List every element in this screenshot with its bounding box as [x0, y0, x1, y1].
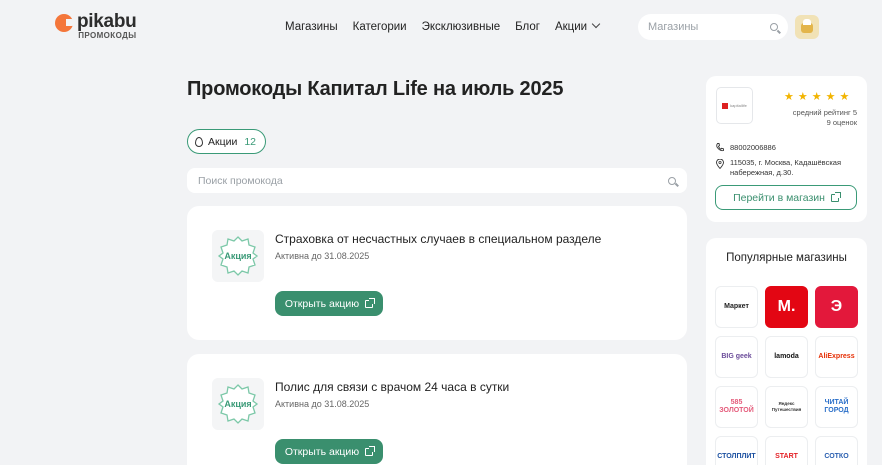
external-link-icon: [365, 445, 376, 456]
store-logo-mark: [722, 102, 729, 109]
filter-chip-count: 12: [244, 135, 257, 148]
offer-card: Акция Страховка от несчастных случаев в …: [187, 206, 687, 340]
external-link-icon: [830, 191, 841, 202]
location-pin-icon: [716, 159, 724, 169]
store-logo: kapitallife: [716, 87, 753, 124]
user-avatar[interactable]: [795, 15, 819, 39]
store-tile-label: Э: [830, 298, 843, 315]
go-to-store-label: Перейти в магазин: [733, 191, 825, 204]
store-tile[interactable]: BIG geek: [715, 336, 758, 378]
store-info-card: kapitallife ★ ★ ★ ★ ★ средний рейтинг 5 …: [706, 76, 867, 222]
store-tile[interactable]: СОТКО: [815, 436, 858, 465]
store-tile[interactable]: ЧИТАЙ ГОРОД: [815, 386, 858, 428]
flame-icon: [195, 136, 203, 147]
main-nav: Магазины Категории Эксклюзивные Блог Акц…: [285, 19, 614, 33]
promo-badge-label: Акция: [224, 251, 252, 261]
store-phone: 88002006886: [716, 143, 776, 152]
store-address-text: 115035, г. Москва, Кадашёвская набережна…: [730, 158, 842, 177]
search-icon[interactable]: [668, 176, 676, 185]
store-tile[interactable]: 585 ЗОЛОТОЙ: [715, 386, 758, 428]
nav-item-promos-label: Акции: [554, 21, 588, 33]
filter-chip-promos[interactable]: Акции 12: [187, 129, 267, 154]
store-tile-label: BIG geek: [721, 353, 752, 360]
offer-date: Активна до 31.08.2025: [275, 251, 370, 261]
store-tile-label: 585 ЗОЛОТОЙ: [719, 399, 754, 414]
store-tile[interactable]: Маркет: [715, 286, 758, 328]
store-tile[interactable]: М.: [765, 286, 808, 328]
open-offer-label: Открыть акцию: [284, 297, 360, 310]
open-offer-button[interactable]: Открыть акцию: [275, 291, 383, 316]
nav-item-categories[interactable]: Категории: [353, 21, 407, 33]
store-tile-label: Маркет: [724, 303, 749, 310]
offer-title[interactable]: Полис для связи с врачом 24 часа в сутки: [275, 380, 509, 394]
store-phone-number[interactable]: 88002006886: [730, 143, 776, 152]
external-link-icon: [365, 297, 376, 308]
pikabu-logo[interactable]: pikabu ПРОМОКОДЫ: [55, 11, 137, 41]
shop-search-placeholder: Магазины: [648, 21, 699, 33]
rating-label: средний рейтинг 5: [792, 108, 857, 117]
store-tile-label: lamoda: [774, 353, 799, 360]
popular-stores-card: Популярные магазины Маркет М. Э BIG geek lam…: [706, 238, 867, 465]
nav-item-blog[interactable]: Блог: [515, 21, 540, 33]
offer-date: Активна до 31.08.2025: [275, 399, 370, 409]
offer-title[interactable]: Страховка от несчастных случаев в специа…: [275, 232, 601, 246]
promo-search-input[interactable]: Поиск промокода: [187, 168, 687, 193]
nav-item-exclusive[interactable]: Эксклюзивные: [422, 21, 501, 33]
promo-badge: Акция: [212, 378, 264, 430]
page-title: Промокоды Капитал Life на июль 2025: [187, 78, 564, 100]
store-tile-label: Яндекс Путешествия: [771, 401, 802, 412]
store-logo-text: kapitallife: [730, 103, 747, 108]
store-tile-label: AliExpress: [818, 353, 855, 360]
store-tile-label: START: [775, 453, 798, 460]
promo-badge-label: Акция: [224, 399, 252, 409]
rating-count: 9 оценок: [826, 118, 857, 127]
open-offer-label: Открыть акцию: [284, 445, 360, 458]
logo-word: pikabu: [77, 11, 137, 32]
shop-search-input[interactable]: Магазины: [638, 14, 788, 40]
store-address: 115035, г. Москва, Кадашёвская набережна…: [716, 158, 861, 178]
search-icon[interactable]: [770, 23, 778, 31]
store-tile-label: СОТКО: [824, 453, 849, 460]
store-tile[interactable]: lamoda: [765, 336, 808, 378]
popular-stores-title: Популярные магазины: [726, 252, 847, 264]
star-icon: ★: [784, 91, 794, 103]
filter-chip-label: Акции: [208, 135, 238, 148]
logo-subtitle: ПРОМОКОДЫ: [78, 31, 137, 40]
store-tile[interactable]: AliExpress: [815, 336, 858, 378]
rating-stars: ★ ★ ★ ★ ★: [784, 92, 849, 103]
store-tile[interactable]: START: [765, 436, 808, 465]
store-tile[interactable]: Э: [815, 286, 858, 328]
pikabu-logo-icon: [55, 14, 75, 32]
nav-item-shops[interactable]: Магазины: [285, 21, 338, 33]
store-tile[interactable]: Яндекс Путешествия: [765, 386, 808, 428]
promo-badge: Акция: [212, 230, 264, 282]
chevron-down-icon: [591, 19, 601, 29]
store-tile-label: ЧИТАЙ ГОРОД: [824, 399, 849, 414]
phone-icon: [716, 143, 724, 152]
star-icon: ★: [839, 91, 850, 103]
star-icon: ★: [797, 91, 808, 103]
open-offer-button[interactable]: Открыть акцию: [275, 439, 383, 464]
star-icon: ★: [825, 91, 836, 103]
promo-search-placeholder: Поиск промокода: [198, 174, 283, 187]
store-tile-label: М.: [777, 298, 796, 315]
star-icon: ★: [811, 91, 822, 103]
nav-item-promos[interactable]: Акции: [554, 19, 601, 33]
offer-card: Акция Полис для связи с врачом 24 часа в…: [187, 354, 687, 465]
store-tile[interactable]: СТОЛПЛИТ: [715, 436, 758, 465]
store-tile-label: СТОЛПЛИТ: [717, 453, 756, 460]
go-to-store-button[interactable]: Перейти в магазин: [715, 185, 857, 210]
